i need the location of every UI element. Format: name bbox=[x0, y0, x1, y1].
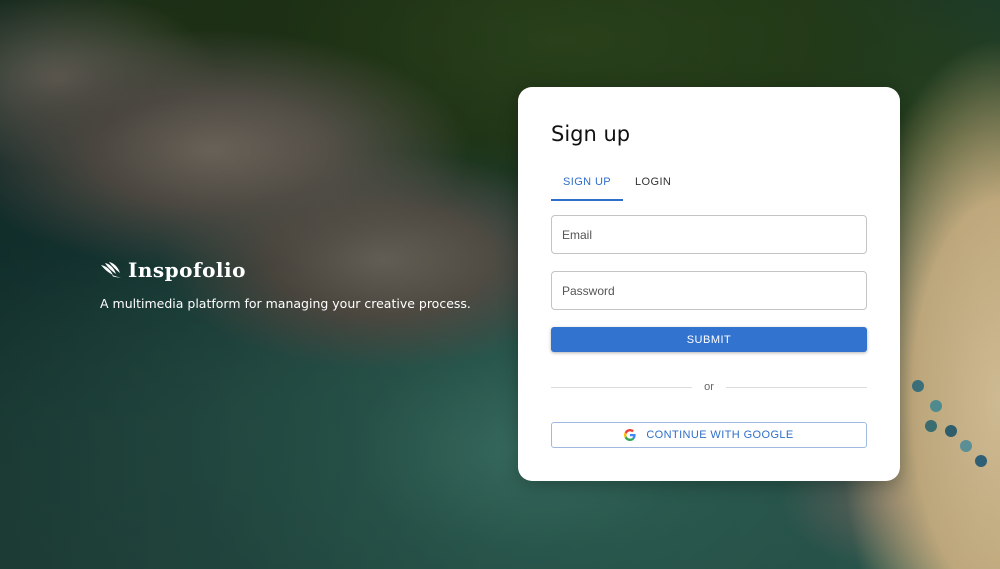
tab-sign-up[interactable]: SIGN UP bbox=[551, 167, 624, 201]
email-input[interactable] bbox=[552, 216, 866, 253]
signup-page: Inspofolio A multimedia platform for man… bbox=[0, 0, 1000, 569]
google-icon bbox=[624, 429, 636, 441]
password-input[interactable] bbox=[552, 272, 866, 309]
divider-text: or bbox=[704, 381, 714, 393]
auth-tabs: SIGN UP LOGIN bbox=[551, 167, 683, 201]
brand-tagline: A multimedia platform for managing your … bbox=[100, 296, 471, 311]
google-button-label: CONTINUE WITH GOOGLE bbox=[646, 429, 794, 441]
signup-card: Sign up SIGN UP LOGIN SUBMIT or CONTINUE… bbox=[518, 87, 900, 481]
continue-with-google-button[interactable]: CONTINUE WITH GOOGLE bbox=[551, 422, 867, 448]
tab-login[interactable]: LOGIN bbox=[623, 167, 683, 201]
brand-row: Inspofolio bbox=[100, 258, 471, 282]
brand-block: Inspofolio A multimedia platform for man… bbox=[100, 258, 471, 311]
card-title: Sign up bbox=[551, 122, 631, 146]
wing-logo-icon bbox=[101, 262, 121, 278]
divider-line-left bbox=[551, 386, 693, 388]
or-divider: or bbox=[551, 380, 867, 394]
divider-line-right bbox=[725, 386, 867, 388]
email-field bbox=[551, 215, 867, 254]
submit-button[interactable]: SUBMIT bbox=[551, 327, 867, 352]
password-field bbox=[551, 271, 867, 310]
brand-name: Inspofolio bbox=[128, 258, 246, 282]
